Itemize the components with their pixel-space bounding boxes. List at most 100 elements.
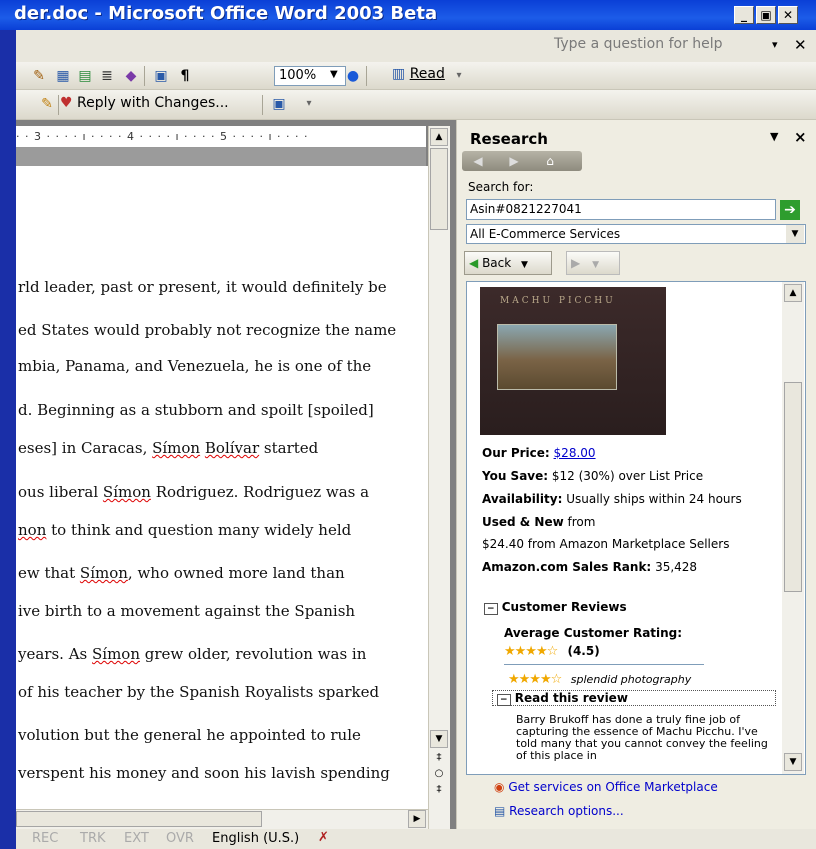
help-icon[interactable]: ● (344, 67, 362, 85)
drawing-icon[interactable]: ◆ (122, 67, 140, 85)
insert-excel-icon[interactable]: ▤ (76, 67, 94, 85)
next-page-icon[interactable]: ‡ (430, 784, 448, 795)
toolbar-separator (366, 66, 367, 86)
price-label: Our Price: (482, 446, 550, 460)
pane-close-icon[interactable]: × (794, 128, 807, 146)
close-button[interactable]: ✕ (778, 6, 798, 24)
research-pane-title: Research (470, 130, 548, 148)
availability-label: Availability: (482, 492, 563, 506)
service-dropdown-icon[interactable]: ▼ (786, 225, 804, 243)
service-select[interactable]: All E-Commerce Services (466, 224, 806, 244)
search-input[interactable]: Asin#0821227041 (466, 199, 776, 220)
status-language: English (U.S.) (212, 831, 300, 846)
show-hide-icon[interactable]: ¶ (176, 67, 194, 85)
doc-line: ous liberal Símon Rodriguez. Rodriguez w… (18, 483, 370, 501)
minimize-button[interactable]: _ (734, 6, 754, 24)
status-ext[interactable]: EXT (124, 831, 149, 846)
review-stars-icon: ★★★★☆ (508, 672, 562, 687)
marketplace-link[interactable]: ◉ Get services on Office Marketplace (494, 780, 718, 794)
search-for-label: Search for: (468, 180, 534, 194)
scroll-down-icon[interactable]: ▼ (430, 730, 448, 748)
toolbar-separator (262, 95, 263, 115)
help-search-input[interactable]: Type a question for help (554, 36, 754, 56)
pane-nav-bar: ◀ ▶ ⌂ (462, 151, 582, 171)
price-link[interactable]: $28.00 (554, 446, 596, 460)
doc-line: verspent his money and soon his lavish s… (18, 764, 390, 782)
page-gap (16, 148, 426, 166)
used-label: Used & New (482, 515, 564, 529)
doc-line: of his teacher by the Spanish Royalists … (18, 683, 380, 701)
average-rating-label: Average Customer Rating: (504, 626, 683, 640)
browse-object-icon[interactable]: ○ (430, 768, 448, 779)
back-dropdown-icon[interactable]: ▼ (521, 260, 528, 270)
forward-dropdown-icon: ▼ (592, 260, 599, 270)
doc-line: mbia, Panama, and Venezuela, he is one o… (18, 357, 372, 375)
insert-table-icon[interactable]: ▦ (54, 67, 72, 85)
toolbar-options-icon[interactable]: ▾ (450, 67, 468, 85)
forward-arrow-icon: ▶ (571, 256, 581, 270)
save-value: $12 (30%) over List Price (551, 469, 704, 483)
columns-icon[interactable]: ≣ (98, 67, 116, 85)
research-options-link[interactable]: ▤ Research options... (494, 804, 624, 818)
document-map-icon[interactable]: ▣ (152, 67, 170, 85)
reply-button-label: Reply with Changes... (77, 95, 229, 111)
status-ovr[interactable]: OVR (166, 831, 194, 846)
doc-line: years. As Símon grew older, revolution w… (18, 645, 367, 663)
pane-back-icon[interactable]: ◀ (470, 153, 486, 169)
vertical-scrollbar[interactable] (428, 126, 450, 835)
availability-row: Availability: Usually ships within 24 ho… (482, 492, 742, 506)
results-scroll-down-icon[interactable]: ▼ (784, 753, 802, 771)
research-options-link-text[interactable]: Research options... (509, 804, 624, 818)
customer-reviews-header[interactable]: − Customer Reviews (484, 600, 627, 615)
average-rating-value: (4.5) (567, 644, 600, 658)
horizontal-scroll-thumb[interactable] (16, 811, 262, 827)
scroll-up-icon[interactable]: ▲ (430, 128, 448, 146)
home-icon[interactable]: ⌂ (542, 153, 558, 169)
rating-stars-icon: ★★★★☆ (504, 644, 558, 659)
collapse-icon[interactable]: − (497, 694, 511, 706)
help-dropdown-icon[interactable]: ▾ (772, 38, 778, 51)
book-cover-title: MACHU PICCHU (500, 296, 616, 306)
reply-with-changes-button[interactable]: ♥ Reply with Changes... (60, 95, 229, 111)
collapse-icon[interactable]: − (484, 603, 498, 615)
doc-close-icon[interactable]: ✕ (794, 36, 807, 54)
doc-line: ew that Símon, who owned more land than (18, 564, 345, 582)
read-review-label: Read this review (514, 691, 628, 705)
toolbar-options-icon[interactable]: ▾ (300, 95, 318, 113)
back-button-label: Back (482, 256, 512, 270)
track-changes-icon[interactable]: ✎ (38, 95, 56, 113)
vertical-scroll-thumb[interactable] (430, 148, 448, 230)
forward-button[interactable]: ▶ ▼ (566, 251, 620, 275)
review-title: splendid photography (570, 673, 692, 686)
status-rec[interactable]: REC (32, 831, 58, 846)
prev-page-icon[interactable]: ‡ (430, 752, 448, 763)
scroll-right-icon[interactable]: ▶ (408, 810, 426, 828)
maximize-button[interactable]: ▣ (756, 6, 776, 24)
status-trk[interactable]: TRK (80, 831, 106, 846)
marketplace-link-text[interactable]: Get services on Office Marketplace (508, 780, 717, 794)
zoom-dropdown-icon[interactable]: ▼ (330, 69, 338, 80)
read-button[interactable]: ▥ Read (392, 66, 445, 82)
spelling-status-icon[interactable]: ✗ (318, 830, 329, 845)
book-cover-photo (497, 324, 617, 390)
used-value: $24.40 from Amazon Marketplace Sellers (482, 537, 730, 551)
horizontal-ruler[interactable]: · · 3 · · · · ı · · · · 4 · · · · ı · · … (16, 126, 426, 148)
save-row: You Save: $12 (30%) over List Price (482, 469, 703, 483)
pane-menu-icon[interactable]: ▼ (770, 130, 778, 143)
price-row: Our Price: $28.00 (482, 446, 596, 460)
back-button[interactable]: ◀ Back ▼ (464, 251, 552, 275)
rank-label: Amazon.com Sales Rank: (482, 560, 652, 574)
average-rating: Average Customer Rating: ★★★★☆ (4.5) (504, 626, 682, 659)
results-scroll-up-icon[interactable]: ▲ (784, 284, 802, 302)
pane-forward-icon[interactable]: ▶ (506, 153, 522, 169)
draw-table-icon[interactable]: ✎ (30, 67, 48, 85)
reviewing-pane-icon[interactable]: ▣ (270, 95, 288, 113)
used-row: Used & New from (482, 515, 595, 529)
start-searching-icon[interactable]: ➔ (780, 200, 800, 220)
read-review-toggle[interactable]: − Read this review (492, 690, 776, 706)
document-page[interactable]: rld leader, past or present, it would de… (16, 166, 428, 809)
rating-divider (504, 664, 704, 665)
back-arrow-icon: ◀ (469, 256, 479, 270)
results-scroll-thumb[interactable] (784, 382, 802, 592)
rank-value: 35,428 (655, 560, 698, 574)
